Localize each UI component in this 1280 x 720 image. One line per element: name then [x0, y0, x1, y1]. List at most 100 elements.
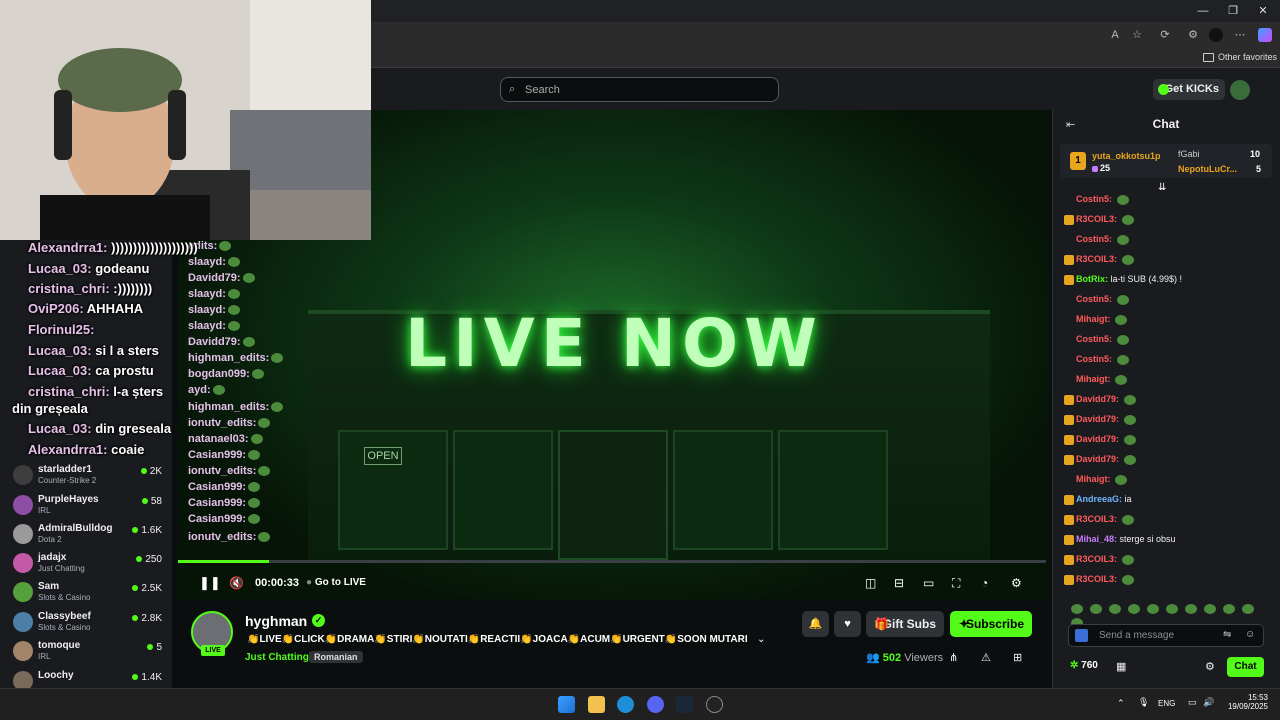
channel-points[interactable]: ✲ 760 [1070, 660, 1098, 671]
chat-username[interactable]: Davidd79: [1076, 394, 1119, 404]
emote-quick-bar[interactable] [1064, 601, 1272, 628]
theater-mode-icon[interactable]: ▭ [923, 576, 934, 590]
chat-message[interactable]: Mihaigt: [1064, 474, 1128, 488]
notification-bell-button[interactable]: 🔔 [802, 611, 829, 637]
sidebar-item[interactable]: Classybeef Slots & Casino 2.8K [0, 609, 172, 638]
host-icon[interactable]: ⊞ [1013, 651, 1022, 664]
refresh-icon[interactable]: ⟳ [1158, 28, 1172, 42]
emote-icon[interactable] [1185, 603, 1197, 614]
edge-icon[interactable] [617, 696, 634, 713]
sidebar-item[interactable]: starladder1 Counter-Strike 2 2K [0, 462, 172, 491]
chat-message[interactable]: Costin5: [1064, 354, 1129, 368]
chat-message[interactable]: Costin5: [1064, 234, 1129, 248]
gift-subs-button[interactable]: 🎁 Gift Subs [866, 611, 944, 637]
go-to-live-button[interactable]: ● Go to LIVE [306, 576, 366, 590]
profile-icon[interactable] [1209, 28, 1223, 42]
chat-username[interactable]: R3COIL3: [1076, 514, 1117, 524]
emote-icon[interactable] [1166, 603, 1178, 614]
chat-message[interactable]: Davidd79: [1064, 394, 1136, 408]
close-button[interactable]: ✕ [1248, 3, 1278, 19]
pause-button[interactable]: ❚❚ [199, 576, 221, 590]
chat-message[interactable]: Costin5: [1064, 334, 1129, 348]
fullscreen-icon[interactable]: ⛶ [952, 576, 960, 590]
chat-username[interactable]: Davidd79: [1076, 454, 1119, 464]
chat-username[interactable]: Mihaigt: [1076, 374, 1111, 384]
mute-icon[interactable]: 🔇 [229, 576, 244, 590]
chat-username[interactable]: R3COIL3: [1076, 254, 1117, 264]
emote-icon[interactable] [1242, 603, 1254, 614]
sidebar-item[interactable]: AdmiralBulldog Dota 2 1.6K [0, 521, 172, 550]
chat-username[interactable]: BotRix: [1076, 274, 1108, 284]
chat-username[interactable]: Mihai_48: [1076, 534, 1117, 544]
restore-button[interactable]: ❐ [1218, 3, 1248, 19]
chat-username[interactable]: Costin5: [1076, 294, 1112, 304]
follow-heart-button[interactable]: ♥ [834, 611, 861, 637]
search-input[interactable]: ⌕ Search [500, 77, 779, 102]
network-icon[interactable]: ▭ [1188, 697, 1197, 708]
sidebar-item[interactable]: Sam Slots & Casino 2.5K [0, 579, 172, 608]
emoji-icon[interactable]: ☺ [1245, 629, 1255, 640]
star-icon[interactable]: ☆ [1130, 28, 1144, 42]
report-icon[interactable]: ⚠ [981, 651, 991, 664]
chat-username[interactable]: R3COIL3: [1076, 554, 1117, 564]
chat-message[interactable]: R3COIL3: [1064, 514, 1134, 528]
chat-message[interactable]: Mihaigt: [1064, 314, 1128, 328]
quality-icon[interactable]: ◔ [981, 576, 988, 590]
file-explorer-icon[interactable] [588, 696, 605, 713]
expand-chevron-icon[interactable]: ⌄ [757, 634, 765, 645]
chat-message[interactable]: AndreeaG: ia [1064, 494, 1132, 508]
user-avatar[interactable] [1230, 80, 1250, 100]
stream-category[interactable]: Just Chatting [245, 652, 309, 663]
more-icon[interactable]: ⋯ [1233, 28, 1247, 42]
chat-message[interactable]: BotRix: la-ti SUB (4.99$) ! [1064, 274, 1182, 288]
steam-icon[interactable] [676, 696, 693, 713]
chat-username[interactable]: AndreeaG: [1076, 494, 1122, 504]
sidebar-item[interactable]: tomoque IRL 5 [0, 638, 172, 667]
sidebar-item[interactable]: PurpleHayes IRL 58 [0, 492, 172, 521]
clip-icon[interactable]: ⊟ [894, 576, 904, 590]
miniplayer-icon[interactable]: ◫ [865, 576, 876, 590]
chat-message[interactable]: R3COIL3: [1064, 214, 1134, 228]
obs-icon[interactable] [706, 696, 723, 713]
chat-message-input[interactable]: Send a message ⇋ ☺ [1068, 624, 1264, 647]
other-favorites[interactable]: Other favorites [1218, 52, 1277, 62]
store-icon[interactable]: ▦ [1116, 660, 1126, 673]
volume-icon[interactable]: 🔊 [1203, 697, 1214, 708]
subscribe-button[interactable]: ✦ Subscribe [950, 611, 1032, 637]
chat-username[interactable]: Mihaigt: [1076, 474, 1111, 484]
get-kicks-button[interactable]: Get KICKs [1153, 79, 1225, 100]
chat-username[interactable]: Costin5: [1076, 234, 1112, 244]
copilot-icon[interactable] [1258, 28, 1272, 42]
emote-icon[interactable] [1147, 603, 1159, 614]
chat-send-button[interactable]: Chat [1227, 657, 1264, 677]
chat-message[interactable]: Davidd79: [1064, 414, 1136, 428]
emote-icon[interactable] [1090, 603, 1102, 614]
chat-settings-icon[interactable]: ⚙ [1205, 660, 1215, 673]
read-aloud-icon[interactable]: A [1108, 28, 1122, 42]
chat-message[interactable]: Costin5: [1064, 294, 1129, 308]
pinned-icon[interactable]: ⇊ [1158, 182, 1166, 193]
video-progress-bar[interactable] [178, 560, 1046, 563]
chat-message[interactable]: Mihaigt: [1064, 374, 1128, 388]
chat-username[interactable]: Costin5: [1076, 334, 1112, 344]
translate-icon[interactable]: ⇋ [1223, 629, 1231, 640]
emote-icon[interactable] [1109, 603, 1121, 614]
minimize-button[interactable]: — [1188, 3, 1218, 19]
share-icon[interactable]: ⋔ [949, 651, 958, 664]
chat-message[interactable]: Mihai_48: sterge si obsu [1064, 534, 1176, 548]
chat-message[interactable]: Davidd79: [1064, 434, 1136, 448]
chat-message[interactable]: Davidd79: [1064, 454, 1136, 468]
chat-username[interactable]: Costin5: [1076, 194, 1112, 204]
emote-icon[interactable] [1204, 603, 1216, 614]
chat-username[interactable]: Mihaigt: [1076, 314, 1111, 324]
tray-chevron-icon[interactable]: ⌃ [1117, 698, 1125, 709]
start-icon[interactable] [558, 696, 575, 713]
language-indicator[interactable]: ENG [1158, 699, 1175, 708]
discord-icon[interactable] [647, 696, 664, 713]
emote-icon[interactable] [1128, 603, 1140, 614]
chat-username[interactable]: R3COIL3: [1076, 574, 1117, 584]
chat-username[interactable]: Davidd79: [1076, 414, 1119, 424]
chat-username[interactable]: Costin5: [1076, 354, 1112, 364]
chat-message[interactable]: R3COIL3: [1064, 254, 1134, 268]
sidebar-item[interactable]: jadajx Just Chatting 250 [0, 550, 172, 579]
